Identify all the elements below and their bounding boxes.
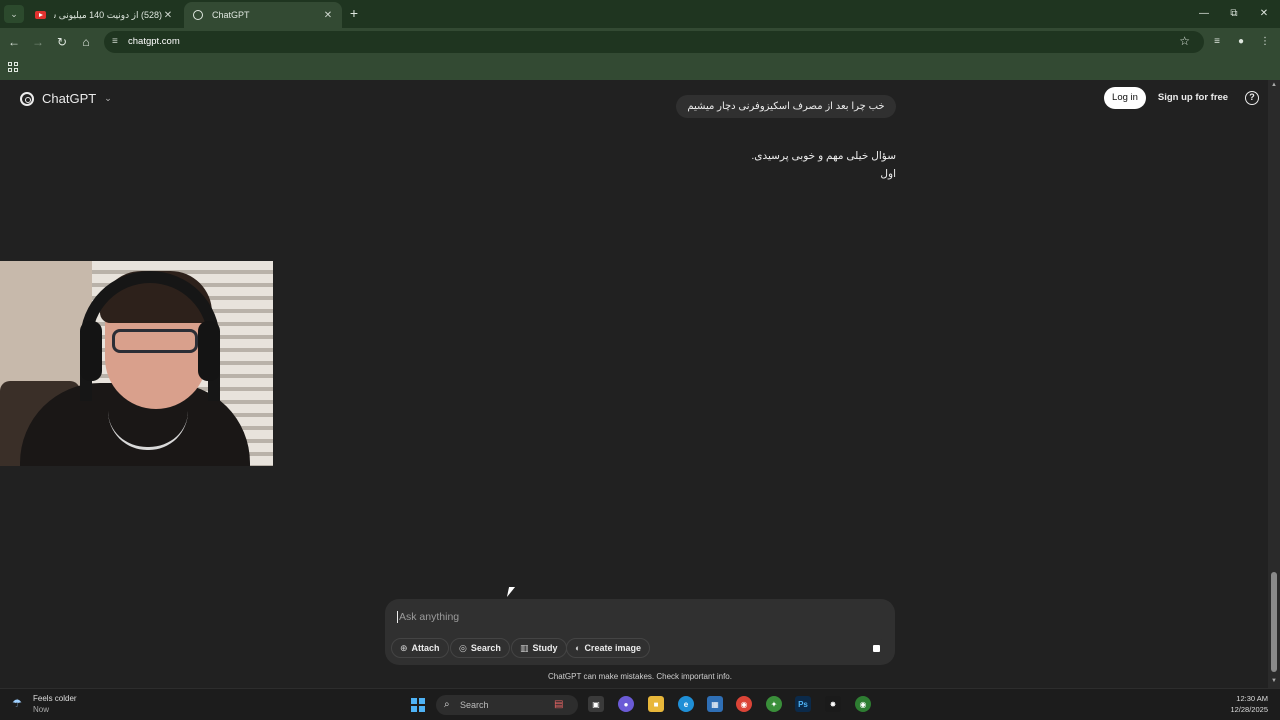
taskbar: ☂ Feels colder Now ⌕ Search ▤ ▣ ● ■ e ▦ … xyxy=(0,688,1280,720)
assistant-line: سؤال خیلی مهم و خوبی پرسیدی. xyxy=(751,150,896,162)
signup-button[interactable]: Sign up for free xyxy=(1152,87,1234,109)
tab-chatgpt[interactable]: ChatGPT ✕ xyxy=(184,2,342,28)
bookmark-star-icon[interactable]: ☆ xyxy=(1179,34,1190,48)
profile-avatar-icon[interactable]: ● xyxy=(1234,35,1248,49)
youtube-icon xyxy=(34,9,46,21)
weather-title[interactable]: Feels colder xyxy=(33,694,77,703)
assistant-message: سؤال خیلی مهم و خوبی پرسیدی. اول xyxy=(596,147,896,183)
windows-start-icon[interactable] xyxy=(411,698,425,712)
study-button[interactable]: ▥ Study xyxy=(511,638,567,658)
chrome-icon[interactable]: ◉ xyxy=(736,696,752,712)
create-image-button[interactable]: ◐ Create image xyxy=(566,638,650,658)
globe-icon: ◎ xyxy=(459,642,467,653)
stop-generating-button[interactable] xyxy=(866,638,886,658)
browser-tab-strip: ⌄ (528) از دونیت 140 میلیونی ساز ✕ ChatG… xyxy=(0,0,1280,28)
weather-subtitle: Now xyxy=(33,705,50,714)
attach-label: Attach xyxy=(411,643,440,653)
taskbar-search-label: Search xyxy=(460,700,489,710)
copilot-icon[interactable]: ● xyxy=(618,696,634,712)
tab-title: (528) از دونیت 140 میلیونی ساز xyxy=(54,9,162,20)
scroll-up-icon[interactable]: ▲ xyxy=(1270,82,1278,88)
close-tab-icon[interactable]: ✕ xyxy=(322,10,334,21)
search-label: Search xyxy=(470,643,501,653)
chrome-profile-icon[interactable]: ◉ xyxy=(855,696,871,712)
file-explorer-icon[interactable]: ■ xyxy=(648,696,664,712)
clock-date[interactable]: 12/28/2025 xyxy=(1208,705,1268,714)
browser-toolbar: ← → ↻ ⌂ ≡ chatgpt.com ☆ ≡ ● ⋮ xyxy=(0,28,1280,56)
weather-icon[interactable]: ☂ xyxy=(12,698,24,710)
chatgpt-icon xyxy=(192,9,204,21)
model-selector[interactable]: ChatGPT ⌄ xyxy=(20,91,112,106)
forward-arrow-icon[interactable]: → xyxy=(30,34,46,50)
address-bar[interactable]: ≡ chatgpt.com ☆ xyxy=(104,31,1204,53)
new-tab-button[interactable]: + xyxy=(346,5,362,21)
url-text: chatgpt.com xyxy=(128,36,180,47)
store-icon[interactable]: ▦ xyxy=(707,696,723,712)
openai-logo-icon xyxy=(20,91,34,106)
search-highlight-icon: ▤ xyxy=(554,699,564,710)
taskbar-search[interactable]: ⌕ Search ▤ xyxy=(436,695,578,715)
bookmarks-bar xyxy=(0,56,1280,80)
attach-button[interactable]: ⊕ Attach xyxy=(391,638,449,658)
prompt-input[interactable]: Ask anything xyxy=(397,611,459,623)
paperclip-icon: ⊕ xyxy=(400,642,408,653)
apps-grid-icon[interactable] xyxy=(8,62,18,72)
site-settings-icon[interactable]: ≡ xyxy=(112,36,124,48)
stop-icon xyxy=(872,644,880,652)
tab-title: ChatGPT xyxy=(212,10,250,20)
assistant-line: اول xyxy=(880,168,896,180)
minimize-icon[interactable]: — xyxy=(1194,6,1214,22)
reload-icon[interactable]: ↻ xyxy=(54,34,70,50)
photoshop-icon[interactable]: Ps xyxy=(795,696,811,712)
create-image-label: Create image xyxy=(584,643,641,653)
prompt-composer[interactable]: Ask anything ⊕ Attach ◎ Search ▥ Study ◐… xyxy=(385,599,895,665)
close-window-icon[interactable]: ✕ xyxy=(1254,6,1274,22)
search-button[interactable]: ◎ Search xyxy=(450,638,510,658)
disclaimer-text: ChatGPT can make mistakes. Check importa… xyxy=(548,672,732,681)
back-arrow-icon[interactable]: ← xyxy=(6,34,22,50)
restore-icon[interactable]: ⧉ xyxy=(1224,6,1244,22)
close-tab-icon[interactable]: ✕ xyxy=(162,10,174,21)
tab-youtube[interactable]: (528) از دونیت 140 میلیونی ساز ✕ xyxy=(26,2,182,28)
scroll-down-icon[interactable]: ▼ xyxy=(1270,678,1278,684)
reading-list-icon[interactable]: ≡ xyxy=(1210,35,1224,49)
user-message-bubble: خب چرا بعد از مصرف اسکیزوفرنی دچار میشیم xyxy=(676,95,896,118)
brand-name: ChatGPT xyxy=(42,91,97,106)
search-icon: ⌕ xyxy=(444,699,450,710)
tab-search-button[interactable]: ⌄ xyxy=(4,5,24,23)
mouse-cursor-icon xyxy=(506,587,516,597)
browser-menu-icon[interactable]: ⋮ xyxy=(1258,35,1272,49)
book-icon: ▥ xyxy=(520,642,529,653)
clock-time[interactable]: 12:30 AM xyxy=(1218,694,1268,703)
image-icon: ◐ xyxy=(575,643,581,653)
scrollbar-thumb[interactable] xyxy=(1271,572,1277,672)
study-label: Study xyxy=(532,643,558,653)
app-icon-green[interactable]: ✦ xyxy=(766,696,782,712)
home-icon[interactable]: ⌂ xyxy=(78,34,94,50)
login-button[interactable]: Log in xyxy=(1104,87,1146,109)
page-scrollbar[interactable]: ▲ ▼ xyxy=(1268,80,1280,688)
chevron-down-icon: ⌄ xyxy=(104,93,112,103)
webcam-overlay xyxy=(0,261,273,466)
help-icon[interactable]: ? xyxy=(1245,91,1259,105)
app-icon-dark[interactable]: ✸ xyxy=(825,696,841,712)
task-view-icon[interactable]: ▣ xyxy=(588,696,604,712)
edge-icon[interactable]: e xyxy=(678,696,694,712)
